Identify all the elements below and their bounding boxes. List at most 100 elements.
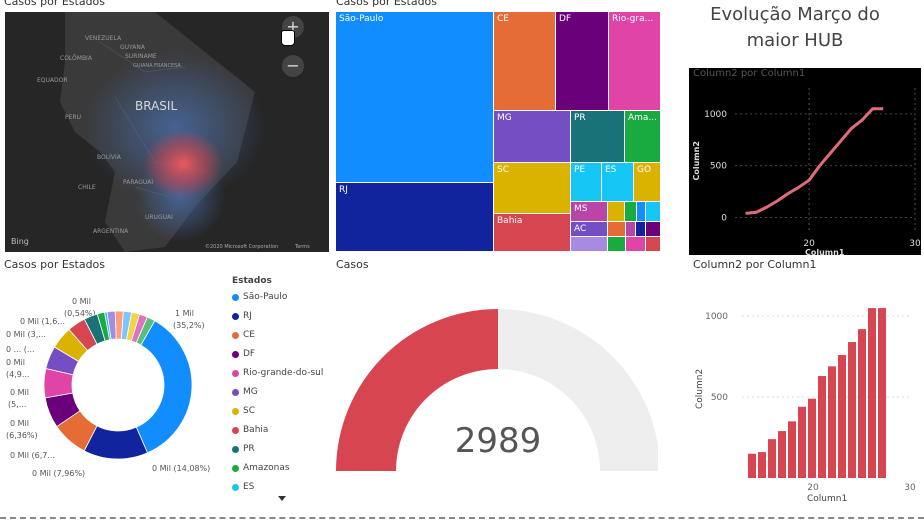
treemap-cell[interactable]: GO — [634, 163, 661, 202]
donut-label-rgs: 0 Mil — [10, 419, 29, 428]
legend-item-df[interactable]: DF — [232, 345, 255, 363]
bar[interactable] — [748, 453, 756, 478]
y-axis-label: Column2 — [695, 369, 705, 409]
legend-item-mg[interactable]: MG — [232, 383, 258, 401]
map-label-paraguai: PARAGUAI — [123, 179, 153, 186]
bar[interactable] — [848, 342, 856, 478]
legend-item-pr[interactable]: PR — [232, 440, 255, 458]
treemap-cell[interactable]: DF — [556, 12, 609, 111]
treemap-cell[interactable]: São-Paulo — [336, 12, 494, 183]
bar[interactable] — [758, 452, 766, 478]
treemap-cell-small[interactable] — [608, 202, 625, 222]
map-visual[interactable]: BRASIL VENEZUELA GUYANA COLÔMBIA SURINAM… — [5, 12, 329, 252]
legend-label: Rio-grande-do-sul — [243, 368, 324, 378]
treemap-cell-small[interactable] — [608, 222, 626, 237]
bar[interactable] — [808, 398, 816, 478]
map-canvas[interactable]: BRASIL VENEZUELA GUYANA COLÔMBIA SURINAM… — [5, 12, 329, 252]
bar[interactable] — [818, 376, 826, 478]
treemap-cell-small[interactable] — [636, 222, 646, 237]
heat-red — [143, 130, 223, 198]
treemap-cell-small[interactable] — [646, 202, 661, 222]
legend-item-ce[interactable]: CE — [232, 326, 255, 344]
legend-item-amazonas[interactable]: Amazonas — [232, 459, 290, 477]
donut-label-sp: 1 Mil — [175, 309, 194, 318]
legend-dot — [232, 312, 239, 320]
map-copyright: ©2020 Microsoft Corporation — [205, 243, 278, 250]
bar[interactable] — [858, 329, 866, 478]
map-label-venezuela: VENEZUELA — [85, 35, 122, 42]
bar[interactable] — [788, 421, 796, 478]
heading-line-1: Evolução Março do — [710, 4, 880, 25]
bar-chart[interactable]: 500 1000 20 30 Column1 Column2 — [690, 270, 920, 510]
page-heading: Evolução Março do maior HUB — [690, 2, 900, 54]
bar[interactable] — [838, 355, 846, 478]
legend-item-sp[interactable]: São-Paulo — [232, 288, 287, 306]
legend-dot — [232, 350, 239, 358]
legend-item-rgs[interactable]: Rio-grande-do-sul — [232, 364, 323, 382]
treemap-cell-small[interactable] — [637, 202, 646, 222]
treemap-cell[interactable]: ES — [602, 163, 634, 202]
zoom-out-button[interactable]: − — [282, 55, 304, 77]
donut-label-df: 0 Mil (6,7... — [10, 451, 55, 460]
heading-line-2: maior HUB — [746, 30, 844, 51]
donut-slices — [43, 310, 193, 460]
treemap-cell[interactable]: RJ — [336, 183, 494, 252]
legend-item-sc[interactable]: SC — [232, 402, 255, 420]
y-tick-label: 1000 — [704, 110, 727, 120]
legend-item-es[interactable]: ES — [232, 478, 254, 496]
bar[interactable] — [778, 431, 786, 478]
legend-label: ES — [243, 482, 255, 492]
legend-scroll-down-icon[interactable] — [278, 496, 286, 501]
treemap-cell[interactable]: MG — [494, 111, 571, 163]
map-terms: Terms — [294, 244, 310, 250]
treemap-cell[interactable]: SC — [494, 163, 571, 214]
treemap-cell-small[interactable] — [626, 237, 646, 252]
legend-dot — [232, 369, 239, 377]
treemap-cell-small[interactable] — [626, 222, 636, 237]
donut-label-mg-pct: (5,... — [8, 400, 26, 409]
legend-item-rj[interactable]: RJ — [232, 307, 252, 325]
y-tick-label: 500 — [711, 393, 728, 403]
donut-label-pr: 0 Mil (3,... — [6, 330, 46, 339]
donut-label-sc: 0 Mil — [6, 358, 25, 367]
x-axis-label: Column1 — [807, 494, 847, 504]
treemap-visual[interactable]: São-Paulo RJ CE DF Rio-gra... MG PR Ama... SC PE E… — [336, 12, 661, 252]
bing-logo: Bing — [11, 237, 29, 246]
donut-slice[interactable] — [135, 320, 193, 454]
treemap-cell[interactable]: Rio-gra... — [609, 12, 661, 111]
dark-chart-title: Column2 por Column1 — [693, 68, 806, 79]
dark-line-chart[interactable]: Column2 por Column1 0 500 1000 20 30 Column1 C… — [689, 68, 921, 255]
treemap-cell[interactable]: AC — [571, 222, 608, 237]
treemap-cell[interactable]: Ama... — [625, 111, 661, 163]
treemap-cell[interactable]: Bahia — [494, 214, 571, 252]
donut-label-small: 0 Mil — [72, 297, 91, 306]
treemap-cell-small[interactable] — [646, 237, 661, 252]
line-plot: 0500100020 30Column1Column2 — [692, 88, 921, 255]
treemap-cell-small[interactable] — [646, 222, 661, 237]
bar[interactable] — [868, 308, 876, 478]
hand-cursor-icon — [281, 30, 295, 46]
bar[interactable] — [878, 308, 886, 478]
legend-dot — [232, 407, 239, 415]
treemap-cell-small[interactable] — [571, 237, 608, 252]
legend-dot — [232, 388, 239, 396]
legend-item-bahia[interactable]: Bahia — [232, 421, 268, 439]
bar[interactable] — [798, 406, 806, 478]
map-label-peru: PERU — [65, 114, 81, 121]
legend-label: RJ — [243, 311, 252, 321]
donut-chart[interactable]: 1 Mil (35,2%) 0 Mil (14,08%) 0 Mil (7,96… — [0, 272, 225, 512]
legend-dot — [232, 293, 239, 301]
legend-label: PR — [243, 444, 255, 454]
bar[interactable] — [768, 439, 776, 478]
treemap-cell[interactable]: PR — [571, 111, 625, 163]
treemap-cell-small[interactable] — [625, 202, 637, 222]
treemap-cell[interactable]: PE — [571, 163, 602, 202]
treemap-cell[interactable]: MS — [571, 202, 608, 222]
x-tick-label: 30 — [904, 483, 916, 493]
treemap-cell[interactable]: CE — [494, 12, 556, 111]
map-label-colombia: COLÔMBIA — [60, 55, 93, 62]
treemap-cell-small[interactable] — [608, 237, 626, 252]
bar[interactable] — [828, 366, 836, 478]
map-label-chile: CHILE — [78, 184, 96, 191]
gauge-chart[interactable]: 2989 — [333, 290, 658, 510]
